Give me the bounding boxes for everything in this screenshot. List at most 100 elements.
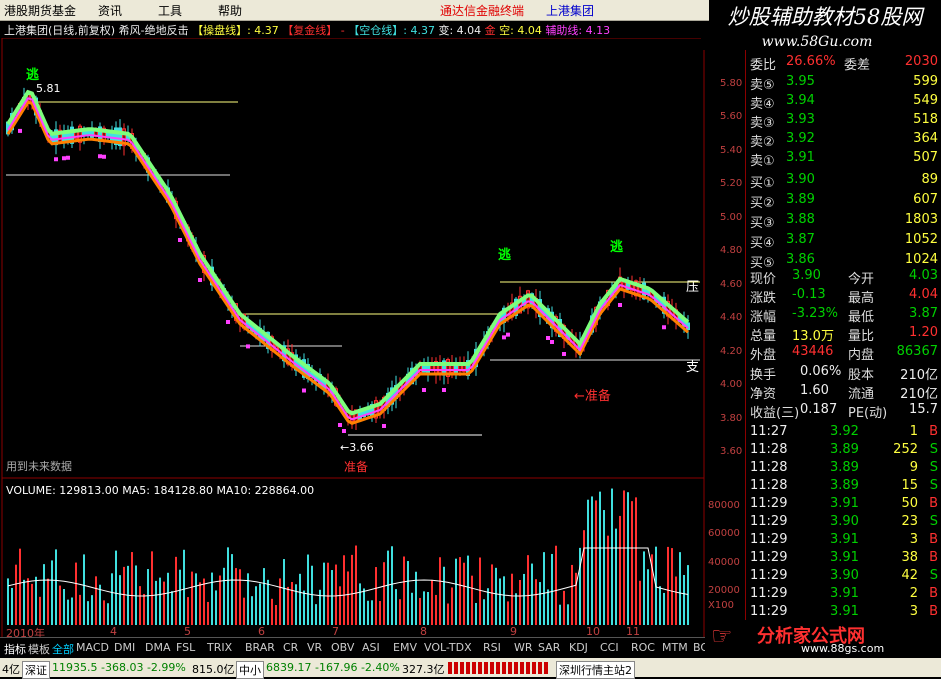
trade-time: 11:28 bbox=[750, 460, 788, 475]
trade-time: 11:29 bbox=[750, 514, 788, 529]
volume-bar bbox=[147, 569, 149, 625]
volume-bar bbox=[335, 564, 337, 625]
status-index-sme[interactable]: 中小 bbox=[236, 661, 264, 679]
ask-label: 卖① bbox=[750, 154, 775, 169]
indicator-tab[interactable]: OBV bbox=[331, 641, 354, 654]
volume-bar bbox=[195, 573, 197, 625]
indicator-tab[interactable]: WR bbox=[514, 641, 533, 654]
volume-bar bbox=[443, 566, 445, 625]
bid-row[interactable]: 买① 3.90 89 bbox=[748, 172, 940, 191]
indicator-tab[interactable]: 全部 bbox=[52, 641, 74, 657]
ad-url: www.88gs.com bbox=[801, 642, 885, 655]
indicator-tab[interactable]: VOL-TDX bbox=[424, 641, 472, 654]
volume-info: VOLUME: 129813.00 MA5: 184128.80 MA10: 2… bbox=[6, 484, 315, 497]
bid-label: 买① bbox=[750, 176, 775, 191]
stock-name: 上港集团(日线,前复权) bbox=[4, 24, 116, 37]
menu-item-tools[interactable]: 工具 bbox=[158, 2, 182, 19]
trade-row: 11:29 3.90 42 S bbox=[748, 568, 940, 586]
stat-value: 3.87 bbox=[909, 306, 938, 321]
ask-row[interactable]: 卖① 3.91 507 bbox=[748, 150, 940, 169]
volume-bar bbox=[183, 549, 185, 625]
volume-bar bbox=[667, 546, 669, 625]
indicator-tab[interactable]: 模板 bbox=[28, 641, 50, 657]
volume-bar bbox=[255, 586, 257, 625]
status-server[interactable]: 深圳行情主站2 bbox=[556, 661, 635, 679]
indicator-dot bbox=[102, 154, 106, 159]
ask-row[interactable]: 卖③ 3.93 518 bbox=[748, 112, 940, 131]
price-tick: 5.20 bbox=[720, 178, 743, 189]
volume-bar bbox=[407, 561, 409, 625]
trade-row: 11:28 3.89 9 S bbox=[748, 460, 940, 478]
indicator-tab[interactable]: FSL bbox=[176, 641, 195, 654]
trade-price: 3.91 bbox=[830, 586, 859, 601]
bid-price: 3.89 bbox=[786, 192, 815, 207]
indicator-dot bbox=[546, 336, 550, 340]
indicator-tab[interactable]: RSI bbox=[483, 641, 501, 654]
indicator-dot bbox=[98, 154, 102, 159]
indicator-dot bbox=[54, 157, 58, 162]
bid-row[interactable]: 买② 3.89 607 bbox=[748, 192, 940, 211]
bid-row[interactable]: 买③ 3.88 1803 bbox=[748, 212, 940, 231]
indicator-dot bbox=[662, 325, 666, 330]
volume-bar bbox=[143, 593, 145, 625]
ask-row[interactable]: 卖⑤ 3.95 599 bbox=[748, 74, 940, 93]
stat-row: 涨幅 -3.23% 最低 3.87 bbox=[748, 306, 940, 325]
indicator-tab[interactable]: DMI bbox=[114, 641, 135, 654]
ask-row[interactable]: 卖② 3.92 364 bbox=[748, 131, 940, 150]
indicator-tab[interactable]: EMV bbox=[393, 641, 417, 654]
volume-bar bbox=[235, 568, 237, 625]
indicator-tab[interactable]: TRIX bbox=[207, 641, 232, 654]
ma-line-orange bbox=[6, 100, 689, 425]
volume-bar bbox=[79, 594, 81, 625]
volume-bar bbox=[563, 590, 565, 625]
volume-bar bbox=[303, 590, 305, 625]
indicator-tab[interactable]: ASI bbox=[362, 641, 380, 654]
fundamental-row: 收益(三) 0.187 PE(动) 15.7 bbox=[748, 402, 940, 421]
volume-bar bbox=[123, 566, 125, 625]
trade-price: 3.90 bbox=[830, 514, 859, 529]
menu-item-hk-futures[interactable]: 港股期货基金 bbox=[4, 2, 76, 19]
trade-price: 3.92 bbox=[830, 424, 859, 439]
escape-marker-1: 逃 bbox=[26, 68, 40, 83]
volume-bar bbox=[71, 597, 73, 625]
menu-item-news[interactable]: 资讯 bbox=[98, 2, 122, 19]
indicator-tab[interactable]: MACD bbox=[76, 641, 109, 654]
ask-row[interactable]: 卖④ 3.94 549 bbox=[748, 93, 940, 112]
fundamental-value: 0.06% bbox=[800, 364, 842, 379]
bid-row[interactable]: 买④ 3.87 1052 bbox=[748, 232, 940, 251]
kline-chart[interactable] bbox=[0, 38, 745, 638]
indicator-tab[interactable]: ROC bbox=[631, 641, 655, 654]
status-index-sz[interactable]: 深证 bbox=[22, 661, 50, 679]
volume-bar bbox=[675, 576, 677, 625]
fundamental-value: 210亿 bbox=[900, 387, 938, 402]
bid-volume: 1024 bbox=[904, 252, 938, 267]
indicator-tab[interactable]: SAR bbox=[538, 641, 560, 654]
volume-bar bbox=[559, 604, 561, 625]
fundamental-label: 净资 bbox=[750, 387, 777, 402]
indicator-dot bbox=[246, 344, 250, 349]
indicator-tab[interactable]: DMA bbox=[145, 641, 171, 654]
app-title: 通达信金融终端 bbox=[440, 4, 525, 18]
volume-bar bbox=[383, 562, 385, 625]
volume-bar bbox=[227, 547, 229, 625]
indicator-tab[interactable]: CR bbox=[283, 641, 298, 654]
trade-time: 11:27 bbox=[750, 424, 788, 439]
trade-flag: B bbox=[929, 532, 938, 547]
indicator-tab[interactable]: CCI bbox=[600, 641, 619, 654]
bid-row[interactable]: 买⑤ 3.86 1024 bbox=[748, 252, 940, 271]
indicator-tab[interactable]: MTM bbox=[662, 641, 688, 654]
ask-label: 卖④ bbox=[750, 97, 775, 112]
menu-item-help[interactable]: 帮助 bbox=[218, 2, 242, 19]
indicator-tab[interactable]: KDJ bbox=[569, 641, 588, 654]
stat-label: 最高 bbox=[848, 291, 875, 306]
indicator-tab[interactable]: VR bbox=[307, 641, 322, 654]
volume-bar bbox=[243, 597, 245, 625]
indicator-tab[interactable]: BRAR bbox=[245, 641, 275, 654]
volume-bar bbox=[31, 583, 33, 625]
ask-price: 3.94 bbox=[786, 93, 815, 108]
volume-bar bbox=[531, 563, 533, 625]
volume-bar bbox=[619, 515, 621, 625]
high-price-label: 5.81 bbox=[36, 82, 61, 95]
volume-bar bbox=[391, 546, 393, 625]
indicator-tab[interactable]: 指标 bbox=[4, 641, 26, 657]
